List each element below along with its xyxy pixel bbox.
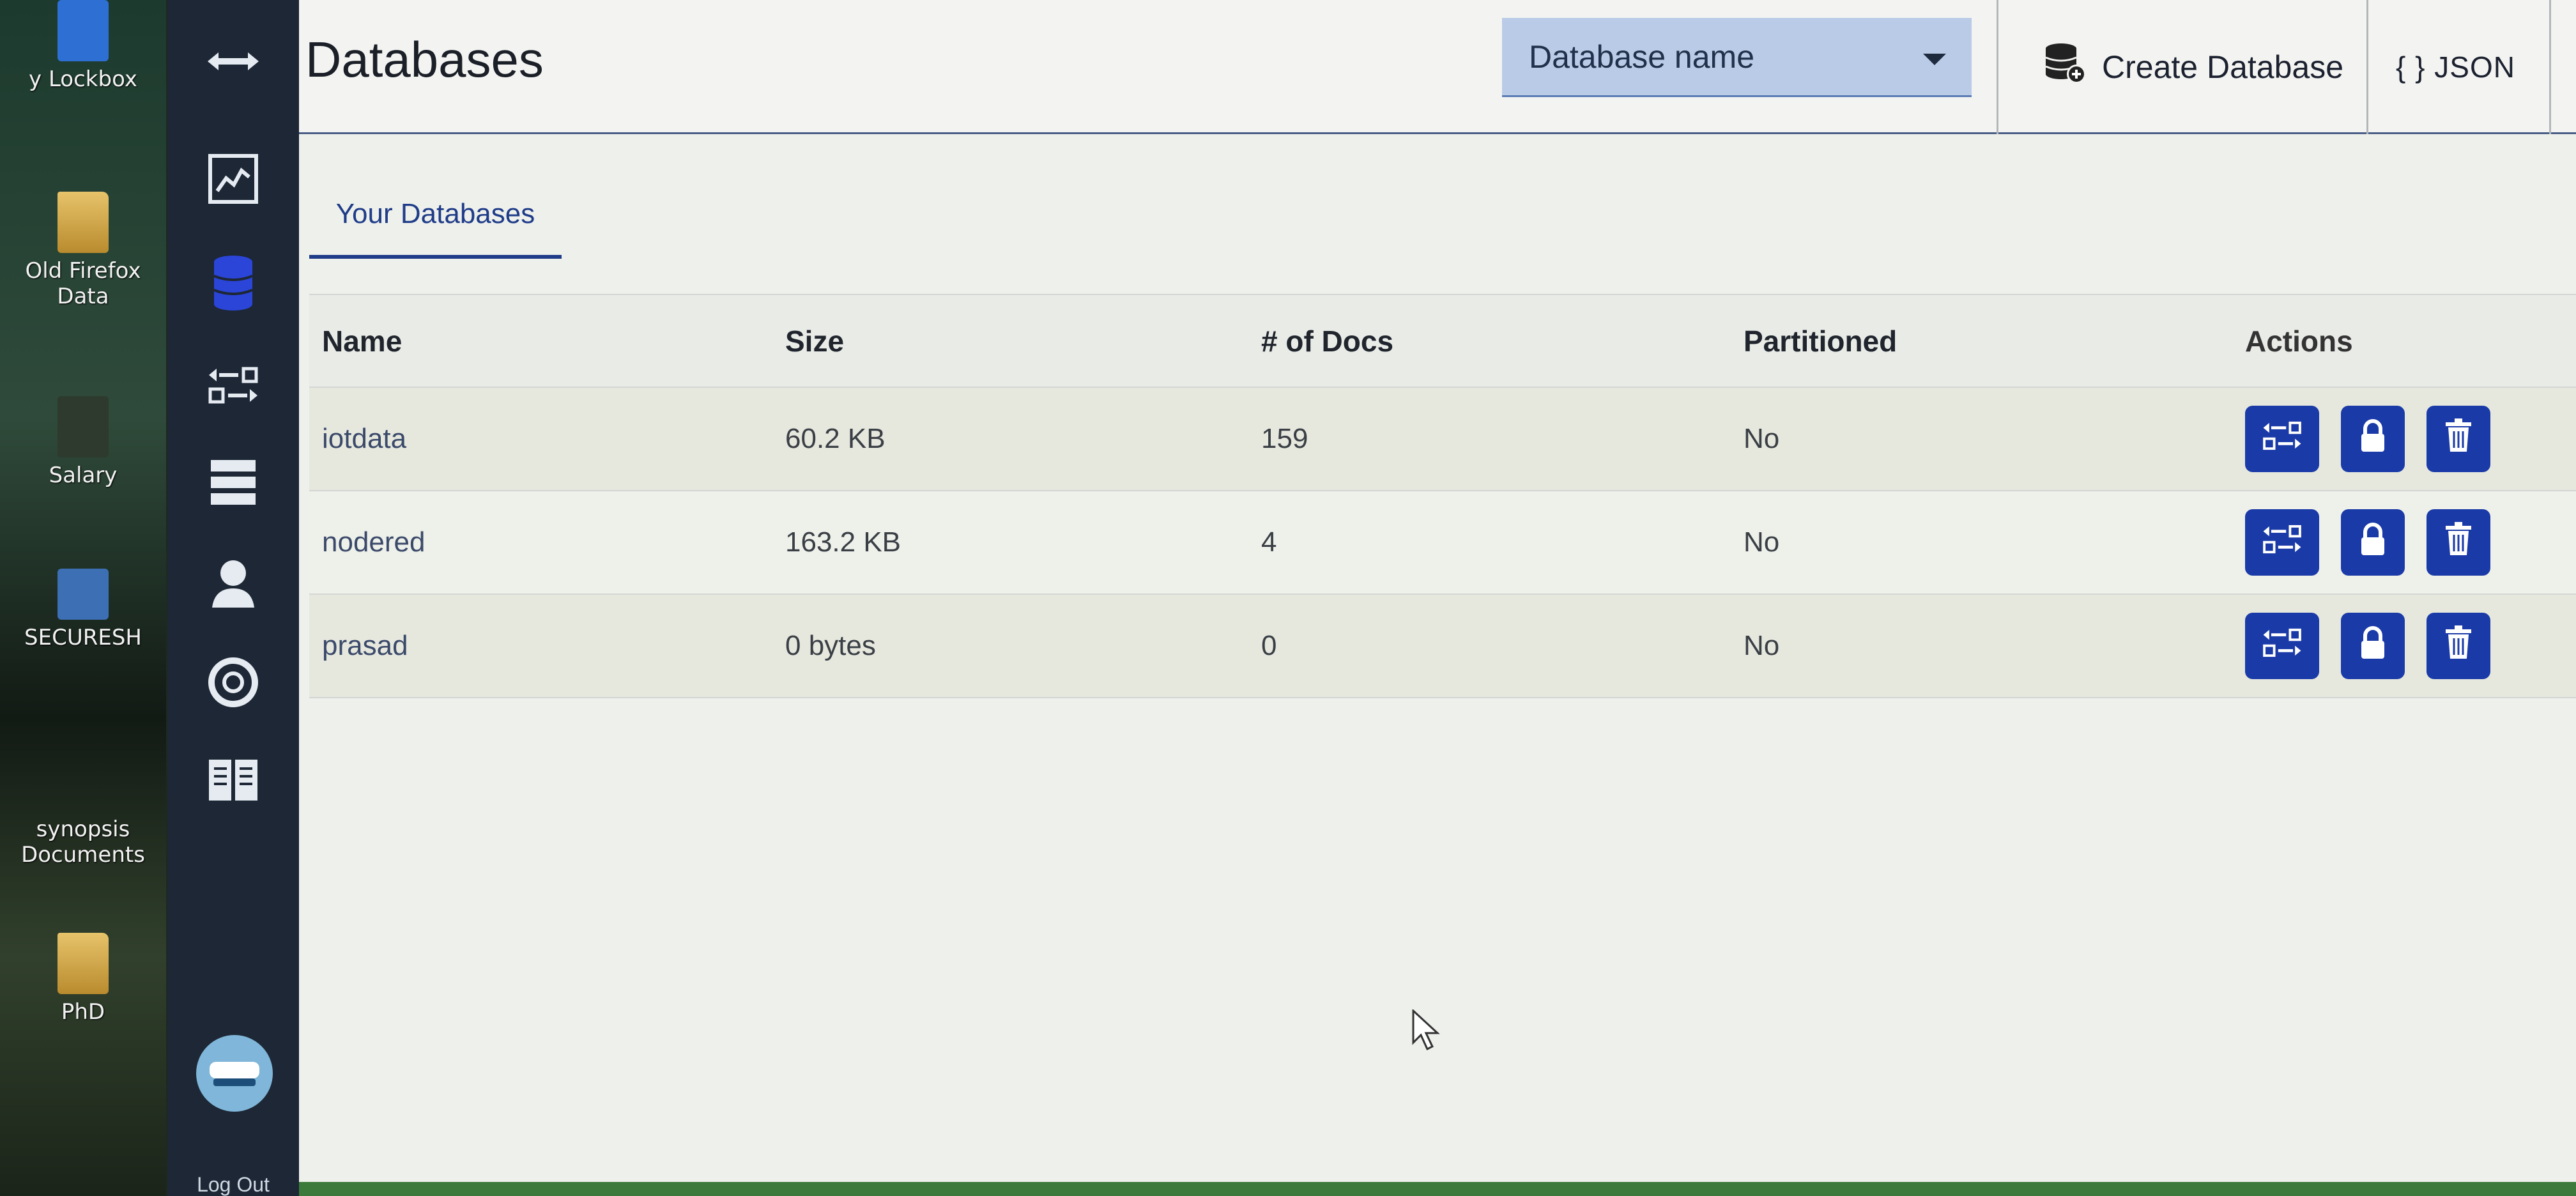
desktop-background: y Lockbox Old Firefox Data Salary SECURE… xyxy=(0,0,166,1196)
database-link[interactable]: iotdata xyxy=(322,423,406,455)
replication-icon xyxy=(2262,420,2302,459)
page-header: Databases Database name Create Database … xyxy=(299,0,2576,134)
delete-button[interactable] xyxy=(2426,509,2490,576)
database-link[interactable]: prasad xyxy=(322,630,408,662)
desktop-icon-old-firefox-data[interactable]: Old Firefox Data xyxy=(0,192,166,309)
column-header-name[interactable]: Name xyxy=(322,295,402,387)
database-doc-count: 0 xyxy=(1261,630,1277,661)
main-content: Databases Database name Create Database … xyxy=(299,0,2576,1182)
lock-icon xyxy=(2359,418,2387,460)
replicate-button[interactable] xyxy=(2245,406,2319,472)
mouse-cursor-icon xyxy=(1412,1008,1440,1055)
replicate-button[interactable] xyxy=(2245,613,2319,679)
replication-icon xyxy=(208,365,259,409)
nav-item-user[interactable] xyxy=(167,546,299,623)
database-name-select[interactable]: Database name xyxy=(1502,18,1972,97)
json-label: { } JSON xyxy=(2396,50,2515,84)
desktop-icon-label: y Lockbox xyxy=(29,66,137,92)
nav-item-expand[interactable] xyxy=(167,24,299,101)
table-row: prasad 0 bytes 0 No xyxy=(309,595,2576,698)
activity-chart-icon xyxy=(208,153,258,207)
trash-icon xyxy=(2444,625,2472,667)
support-lifebuoy-icon xyxy=(208,657,259,711)
permissions-button[interactable] xyxy=(2341,406,2405,472)
desktop-icon-synopsis-documents[interactable]: synopsis Documents xyxy=(0,811,166,868)
database-partitioned: No xyxy=(1744,630,1780,661)
nav-item-docs[interactable] xyxy=(167,743,299,820)
replication-icon xyxy=(2262,523,2302,562)
database-size: 60.2 KB xyxy=(785,423,885,454)
header-divider xyxy=(1997,0,1998,134)
user-icon xyxy=(210,558,257,612)
create-database-button[interactable]: Create Database xyxy=(2043,38,2343,96)
nav-item-databases[interactable] xyxy=(167,246,299,323)
trash-icon xyxy=(2444,521,2472,564)
json-button[interactable]: { } JSON xyxy=(2396,38,2515,96)
database-doc-count: 159 xyxy=(1261,423,1308,454)
nav-item-setup[interactable] xyxy=(167,445,299,522)
desktop-icon-label: SECURESH xyxy=(24,625,142,650)
delete-button[interactable] xyxy=(2426,613,2490,679)
database-partitioned: No xyxy=(1744,526,1780,558)
nav-item-replication[interactable] xyxy=(167,348,299,425)
folder-icon xyxy=(57,933,109,994)
database-icon xyxy=(213,254,254,315)
trash-icon xyxy=(2444,418,2472,460)
page-title: Databases xyxy=(305,31,544,88)
documentation-book-icon xyxy=(208,757,259,806)
permissions-button[interactable] xyxy=(2341,613,2405,679)
tab-your-databases[interactable]: Your Databases xyxy=(309,172,562,259)
table-header-row: Name Size # of Docs Partitioned Actions xyxy=(309,295,2576,388)
expand-collapse-icon xyxy=(204,49,262,77)
database-size: 163.2 KB xyxy=(785,526,901,558)
column-header-actions: Actions xyxy=(2245,324,2353,358)
desktop-icon-label: synopsis Documents xyxy=(21,816,145,868)
create-database-label: Create Database xyxy=(2102,49,2344,85)
header-divider xyxy=(2366,0,2368,134)
desktop-icon-lockbox[interactable]: y Lockbox xyxy=(0,0,166,92)
nav-item-activity[interactable] xyxy=(167,142,299,218)
database-size: 0 bytes xyxy=(785,630,876,661)
database-link[interactable]: nodered xyxy=(322,526,425,558)
delete-button[interactable] xyxy=(2426,406,2490,472)
lockbox-icon xyxy=(57,0,109,61)
nav-sidebar xyxy=(167,0,299,1196)
database-partitioned: No xyxy=(1744,423,1780,454)
desktop-icon-phd[interactable]: PhD xyxy=(0,933,166,1025)
permissions-button[interactable] xyxy=(2341,509,2405,576)
nav-item-support[interactable] xyxy=(167,645,299,722)
desktop-icon-salary[interactable]: Salary xyxy=(0,396,166,488)
database-doc-count: 4 xyxy=(1261,526,1277,558)
replication-icon xyxy=(2262,627,2302,666)
couchdb-logo[interactable] xyxy=(196,1035,273,1112)
desktop-icon-label: Salary xyxy=(49,463,118,488)
logout-button[interactable]: Log Out xyxy=(167,1173,299,1196)
desktop-icon-label: PhD xyxy=(61,999,105,1025)
header-divider xyxy=(2549,0,2551,134)
column-header-docs[interactable]: # of Docs xyxy=(1261,295,1393,387)
caret-down-icon xyxy=(1923,54,1946,65)
couch-logo-icon xyxy=(206,1053,263,1094)
file-icon xyxy=(57,396,109,457)
taskbar xyxy=(299,1182,2576,1196)
desktop-icon-securesh[interactable]: SECURESH xyxy=(0,569,166,650)
table-row: nodered 163.2 KB 4 No xyxy=(309,491,2576,595)
column-header-size[interactable]: Size xyxy=(785,295,844,387)
column-header-partitioned[interactable]: Partitioned xyxy=(1744,295,1897,387)
folder-icon xyxy=(57,192,109,253)
lock-icon xyxy=(2359,522,2387,564)
replicate-button[interactable] xyxy=(2245,509,2319,576)
table-row: iotdata 60.2 KB 159 No xyxy=(309,388,2576,491)
add-database-icon xyxy=(2043,41,2088,93)
server-icon xyxy=(210,459,257,509)
desktop-icon-label: Old Firefox Data xyxy=(25,258,141,309)
lock-icon xyxy=(2359,625,2387,667)
databases-table: Name Size # of Docs Partitioned Actions … xyxy=(309,294,2576,698)
select-value: Database name xyxy=(1529,38,1755,75)
app-shortcut-icon xyxy=(57,569,109,620)
